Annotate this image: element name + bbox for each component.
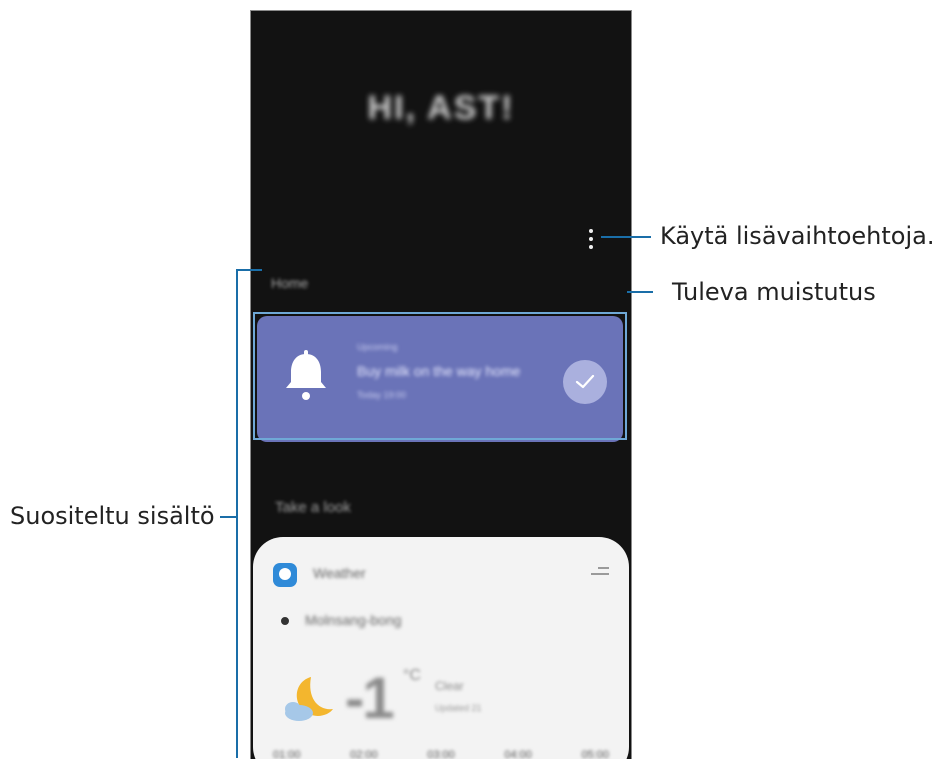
weather-unit: °C — [403, 667, 421, 684]
suggested-section-label: Take a look — [275, 499, 351, 516]
weather-title: Weather — [313, 565, 366, 581]
suggested-content-callout: Suositeltu sisältö — [10, 502, 215, 530]
reminder-card[interactable]: Upcoming Buy milk on the way home Today … — [257, 316, 623, 442]
home-section-label: Home — [271, 275, 309, 291]
greeting: HI, AST! — [367, 89, 515, 127]
more-options-button[interactable] — [584, 227, 598, 251]
weather-location: Molnsang-bong — [305, 612, 402, 628]
location-pin-icon — [281, 617, 289, 625]
weather-condition: Clear — [435, 679, 464, 693]
suggested-bracket-vertical — [236, 269, 238, 758]
reminder-callout-line — [627, 291, 653, 293]
reminder-title: Buy milk on the way home — [357, 363, 521, 379]
weather-updated: Updated 21 — [435, 703, 482, 713]
weather-app-icon — [273, 563, 297, 587]
suggested-bracket-top — [236, 269, 262, 271]
reminder-text: Upcoming Buy milk on the way home Today … — [357, 342, 557, 400]
reminder-time: Today 19:00 — [357, 390, 407, 400]
weather-menu-icon[interactable] — [591, 567, 609, 577]
more-options-callout: Käytä lisävaihtoehtoja. — [660, 222, 935, 250]
reminder-callout: Tuleva muistutus — [672, 278, 876, 306]
suggested-callout-tick — [220, 516, 236, 518]
weather-temperature: -1 — [345, 666, 395, 731]
bell-icon — [286, 350, 326, 400]
check-icon — [575, 374, 595, 389]
more-options-icon — [589, 229, 593, 233]
phone-screen: HI, AST! Home Upcoming Buy milk on the w… — [250, 10, 632, 759]
more-options-callout-line — [601, 236, 651, 238]
weather-card[interactable]: Weather Molnsang-bong -1 °C Clear Update… — [253, 537, 629, 759]
complete-reminder-button[interactable] — [563, 360, 607, 404]
moon-cloud-icon — [285, 677, 333, 721]
reminder-label: Upcoming — [357, 342, 398, 352]
